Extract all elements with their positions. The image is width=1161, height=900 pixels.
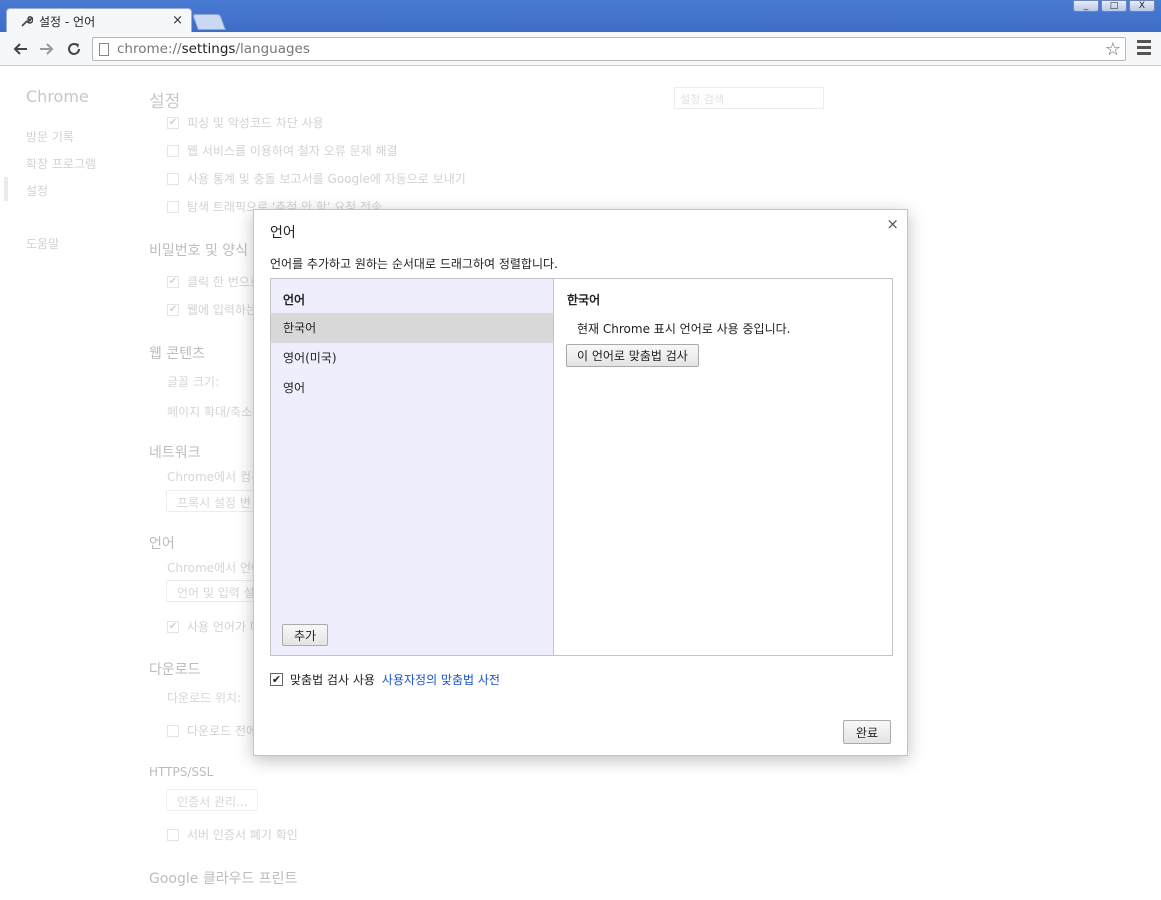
menu-icon[interactable]: [1137, 40, 1151, 58]
spellcheck-label: 맞춤법 검사 사용: [290, 673, 375, 687]
tab-close-icon[interactable]: ×: [172, 13, 183, 28]
browser-tab[interactable]: 설정 - 언어 ×: [6, 8, 192, 34]
bookmark-star-icon[interactable]: ☆: [1105, 39, 1121, 60]
add-language-button[interactable]: 추가: [282, 624, 329, 646]
new-tab-button[interactable]: [192, 14, 226, 30]
spellcheck-row: ✔ 맞춤법 검사 사용 사용자정의 맞춤법 사전: [270, 671, 500, 688]
window-controls: _ □ X: [1071, 0, 1155, 12]
spellcheck-checkbox[interactable]: ✔: [270, 673, 283, 686]
address-bar[interactable]: chrome://settings/languages ☆: [92, 37, 1126, 61]
done-button[interactable]: 완료: [842, 720, 891, 744]
forward-arrow-icon[interactable]: [37, 39, 57, 59]
close-window-button[interactable]: X: [1129, 0, 1155, 12]
page-icon: [99, 42, 109, 56]
reload-icon[interactable]: [64, 39, 84, 59]
title-bar: 설정 - 언어 × _ □ X: [0, 0, 1161, 34]
dialog-title: 언어: [270, 225, 296, 241]
wrench-icon: [19, 15, 33, 29]
maximize-button[interactable]: □: [1101, 0, 1127, 12]
language-list: 언어 한국어 영어(미국) 영어 추가: [271, 279, 554, 655]
url-text: chrome://settings/languages: [117, 41, 310, 57]
browser-toolbar: chrome://settings/languages ☆: [0, 32, 1161, 66]
language-dialog: 언어 × 언어를 추가하고 원하는 순서대로 드래그하여 정렬합니다. 언어 한…: [253, 209, 908, 756]
minimize-button[interactable]: _: [1073, 0, 1099, 12]
language-detail-title: 한국어: [567, 293, 601, 307]
language-list-header: 언어: [283, 293, 306, 307]
dialog-description: 언어를 추가하고 원하는 순서대로 드래그하여 정렬합니다.: [270, 257, 558, 271]
tab-title: 설정 - 언어: [39, 15, 96, 29]
language-panel: 언어 한국어 영어(미국) 영어 추가 한국어 현재 Chrome 표시 언어로…: [270, 278, 893, 656]
close-icon[interactable]: ×: [886, 215, 899, 233]
language-item-english[interactable]: 영어: [271, 373, 553, 403]
back-arrow-icon[interactable]: [10, 39, 30, 59]
language-detail-text: 현재 Chrome 표시 언어로 사용 중입니다.: [577, 322, 791, 336]
use-for-spellcheck-button[interactable]: 이 언어로 맞춤법 검사: [566, 344, 699, 367]
custom-dictionary-link[interactable]: 사용자정의 맞춤법 사전: [382, 671, 500, 688]
language-item-korean[interactable]: 한국어: [271, 313, 553, 343]
language-item-english-us[interactable]: 영어(미국): [271, 343, 553, 373]
